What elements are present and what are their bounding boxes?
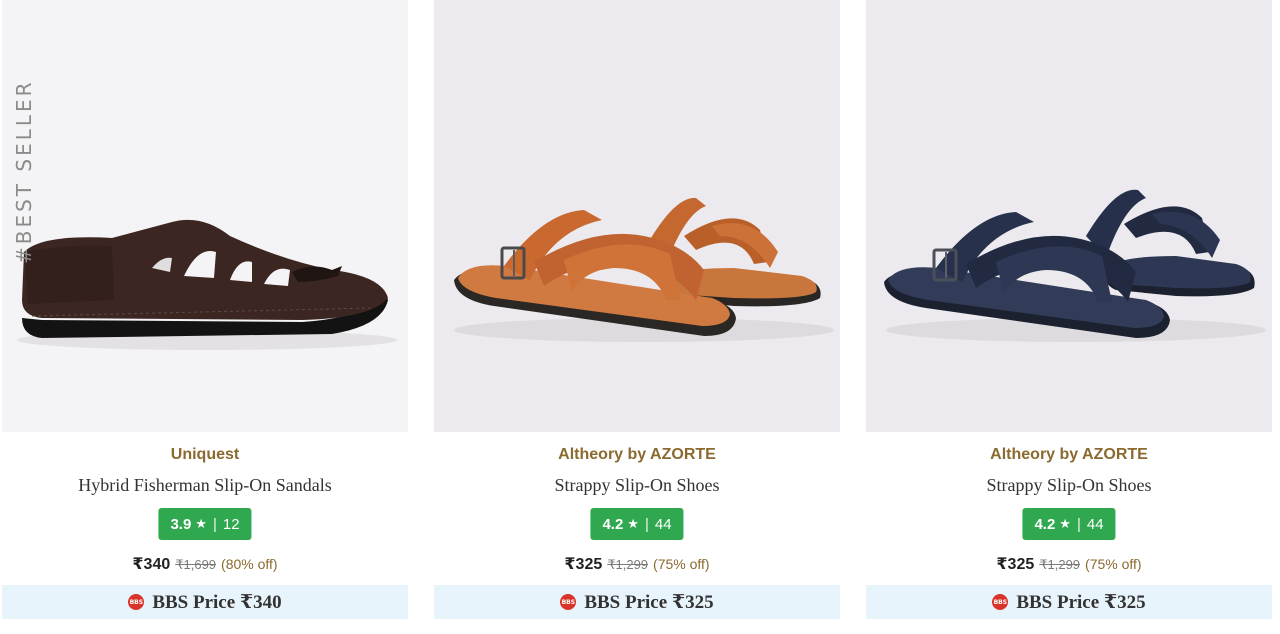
selling-price: ₹340 — [132, 556, 171, 573]
fisherman-sandal-image — [2, 0, 408, 432]
product-card[interactable]: #BEST SELLER Uniquest Hybrid Fisherman S… — [2, 0, 408, 634]
product-brand[interactable]: Altheory by AZORTE — [866, 446, 1272, 464]
star-icon: ★ — [627, 516, 639, 531]
discount-percent: (80% off) — [221, 556, 278, 572]
price-row: ₹340 ₹1,699 (80% off) — [2, 554, 408, 574]
navy-strappy-slipper-image — [866, 0, 1272, 432]
price-row: ₹325 ₹1,299 (75% off) — [434, 554, 840, 574]
mrp-price: ₹1,299 — [1039, 557, 1081, 572]
bbs-price-label: BBS Price ₹340 — [152, 591, 282, 613]
rating-separator: | — [1076, 515, 1081, 533]
product-info: Altheory by AZORTE Strappy Slip-On Shoes… — [866, 432, 1272, 634]
product-image[interactable]: #BEST SELLER — [2, 0, 408, 432]
best-seller-badge: #BEST SELLER — [12, 79, 36, 264]
selling-price: ₹325 — [564, 556, 603, 573]
product-grid: #BEST SELLER Uniquest Hybrid Fisherman S… — [0, 0, 1280, 634]
rating-value: 3.9 — [170, 515, 192, 533]
bbs-price-bar: BBS BBS Price ₹325 — [434, 585, 840, 619]
price-row: ₹325 ₹1,299 (75% off) — [866, 554, 1272, 574]
product-name[interactable]: Strappy Slip-On Shoes — [866, 475, 1272, 496]
product-card[interactable]: Altheory by AZORTE Strappy Slip-On Shoes… — [866, 0, 1272, 634]
product-image[interactable] — [434, 0, 840, 432]
rating-separator: | — [212, 515, 217, 533]
bbs-price-bar: BBS BBS Price ₹340 — [2, 585, 408, 619]
selling-price: ₹325 — [996, 556, 1035, 573]
mrp-price: ₹1,699 — [175, 557, 217, 572]
rating-badge: 4.2 ★ | 44 — [1022, 508, 1116, 540]
star-icon: ★ — [1059, 516, 1071, 531]
product-name[interactable]: Strappy Slip-On Shoes — [434, 475, 840, 496]
star-icon: ★ — [195, 516, 207, 531]
product-name[interactable]: Hybrid Fisherman Slip-On Sandals — [2, 475, 408, 496]
discount-percent: (75% off) — [1085, 556, 1142, 572]
bbs-badge-icon: BBS — [128, 594, 145, 610]
bbs-price-bar: BBS BBS Price ₹325 — [866, 585, 1272, 619]
tan-strappy-slipper-image — [434, 0, 840, 432]
rating-badge: 4.2 ★ | 44 — [590, 508, 684, 540]
product-brand[interactable]: Uniquest — [2, 446, 408, 464]
bbs-price-label: BBS Price ₹325 — [584, 591, 714, 613]
rating-badge: 3.9 ★ | 12 — [158, 508, 252, 540]
product-info: Uniquest Hybrid Fisherman Slip-On Sandal… — [2, 432, 408, 634]
discount-percent: (75% off) — [653, 556, 710, 572]
bbs-price-label: BBS Price ₹325 — [1016, 591, 1146, 613]
rating-value: 4.2 — [1034, 515, 1056, 533]
rating-count: 44 — [1086, 515, 1104, 533]
rating-count: 44 — [654, 515, 672, 533]
rating-separator: | — [644, 515, 649, 533]
rating-count: 12 — [222, 515, 240, 533]
bbs-badge-icon: BBS — [560, 594, 577, 610]
bbs-badge-icon: BBS — [992, 594, 1009, 610]
product-info: Altheory by AZORTE Strappy Slip-On Shoes… — [434, 432, 840, 634]
product-brand[interactable]: Altheory by AZORTE — [434, 446, 840, 464]
product-card[interactable]: Altheory by AZORTE Strappy Slip-On Shoes… — [434, 0, 840, 634]
product-image[interactable] — [866, 0, 1272, 432]
rating-value: 4.2 — [602, 515, 624, 533]
mrp-price: ₹1,299 — [607, 557, 649, 572]
